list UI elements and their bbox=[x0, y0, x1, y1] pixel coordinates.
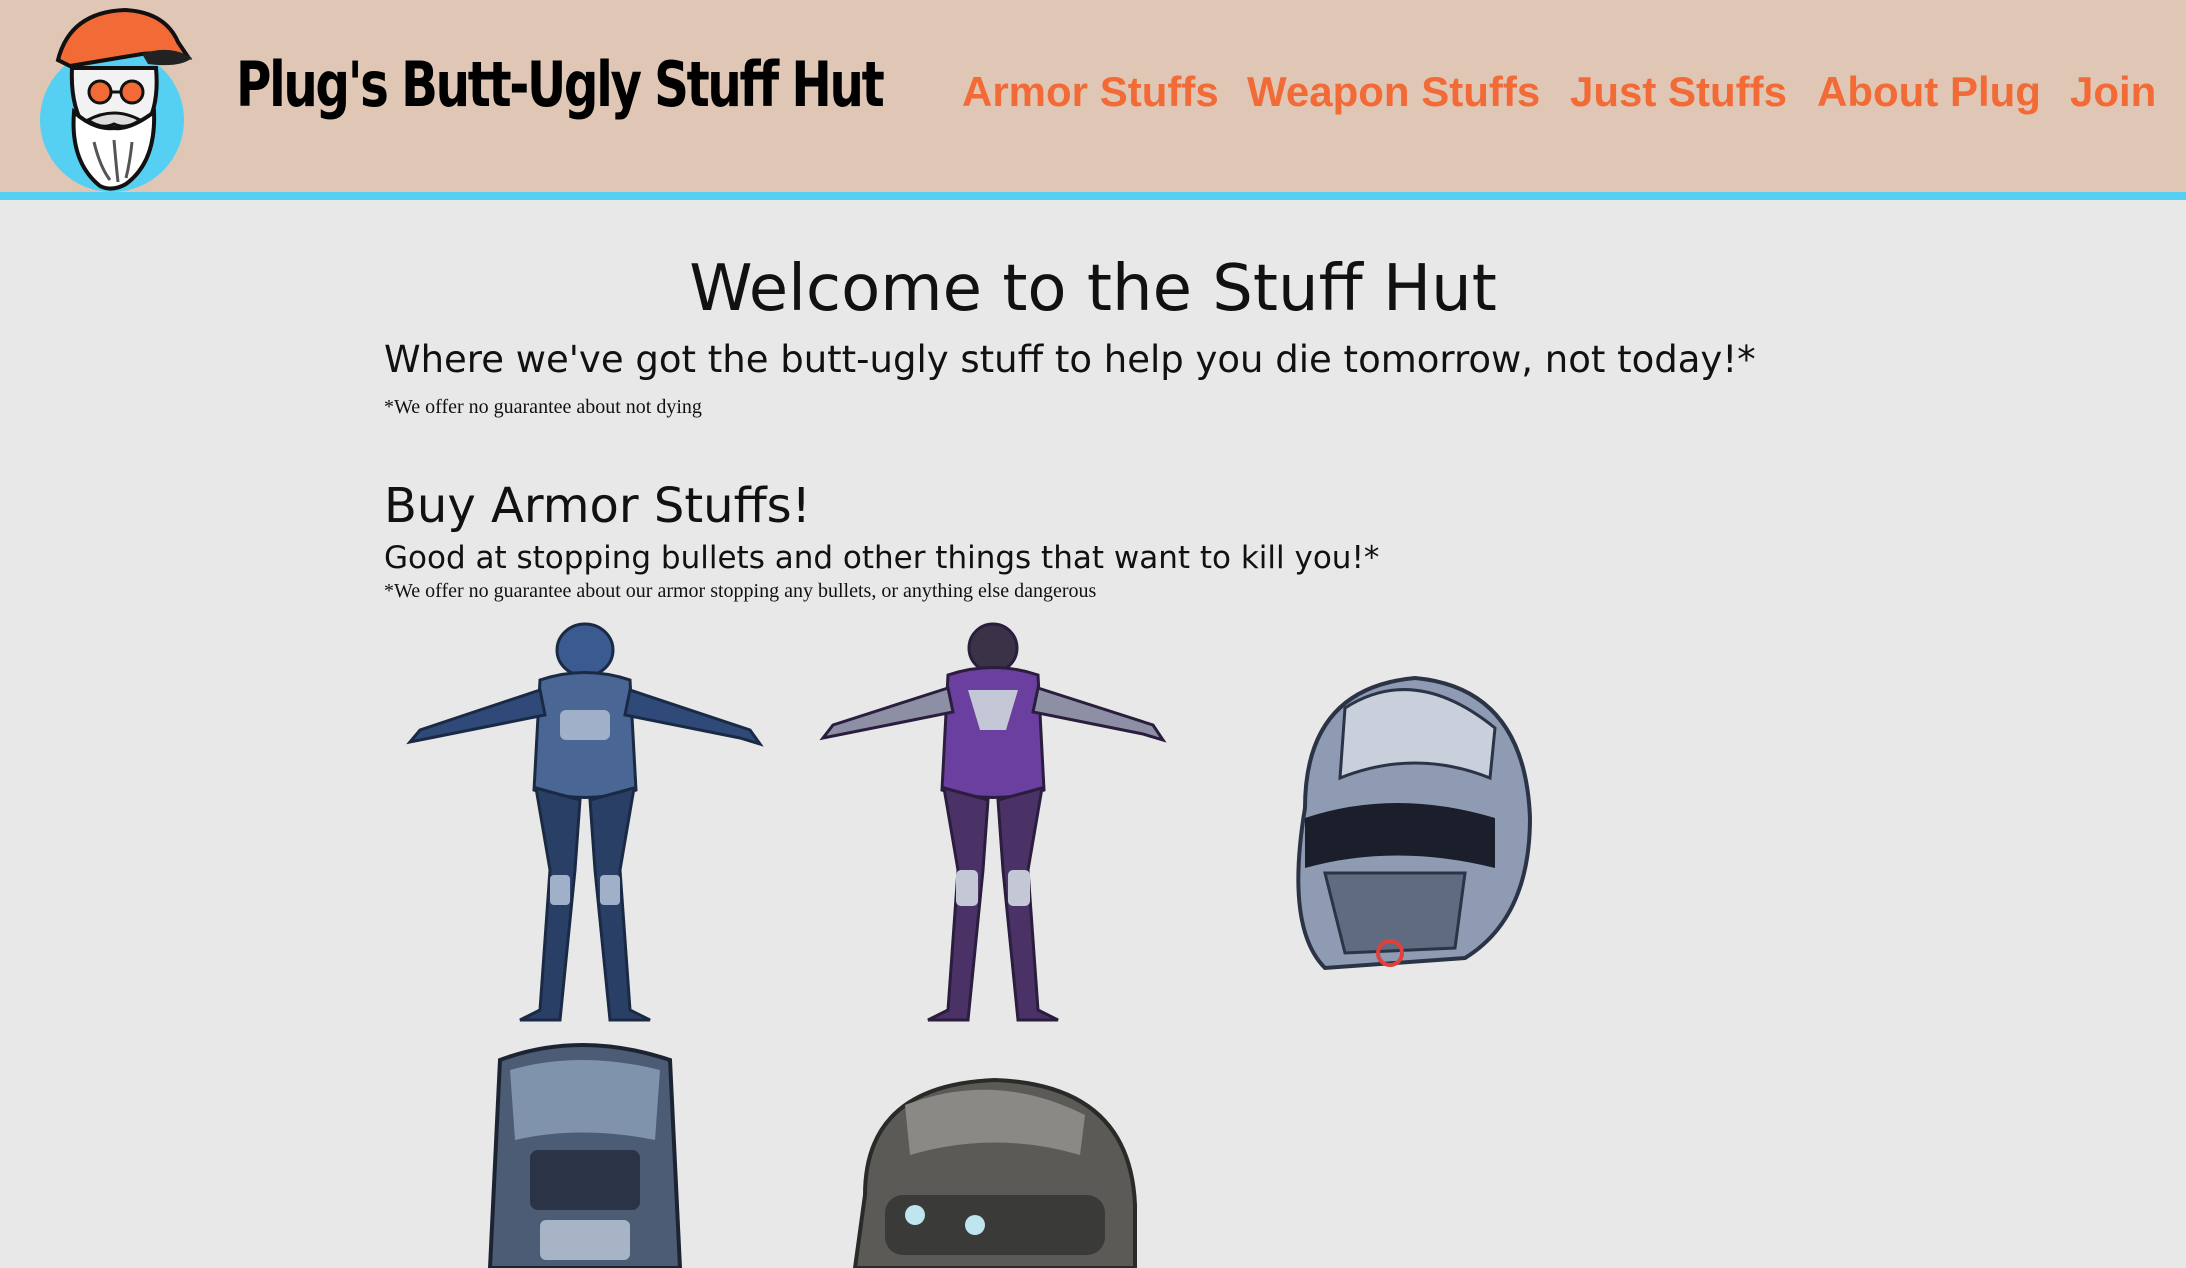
nav-about-plug[interactable]: About Plug bbox=[1817, 68, 2041, 116]
armor-section-title: Buy Armor Stuffs! bbox=[384, 478, 811, 534]
nav-join[interactable]: Join bbox=[2070, 68, 2156, 116]
armor-section-subtitle: Good at stopping bullets and other thing… bbox=[384, 540, 1380, 576]
site-header: Plug's Butt-Ugly Stuff Hut Armor Stuffs … bbox=[0, 0, 2186, 200]
nav-just-stuffs[interactable]: Just Stuffs bbox=[1570, 68, 1787, 116]
nav-weapon-stuffs[interactable]: Weapon Stuffs bbox=[1247, 68, 1540, 116]
blue-helmet-image[interactable] bbox=[1265, 668, 1535, 978]
hero-tagline: Where we've got the butt-ugly stuff to h… bbox=[384, 338, 1756, 381]
logo-image[interactable] bbox=[30, 2, 195, 192]
nav-armor-stuffs[interactable]: Armor Stuffs bbox=[962, 68, 1219, 116]
site-title[interactable]: Plug's Butt-Ugly Stuff Hut bbox=[236, 48, 885, 121]
hero-disclaimer: *We offer no guarantee about not dying bbox=[384, 396, 702, 418]
armor-section-disclaimer: *We offer no guarantee about our armor s… bbox=[384, 580, 1097, 602]
chest-armor-image[interactable] bbox=[480, 1030, 690, 1268]
blue-armor-suit-image[interactable] bbox=[400, 620, 770, 1030]
purple-armor-suit-image[interactable] bbox=[818, 620, 1168, 1030]
page-title: Welcome to the Stuff Hut bbox=[689, 252, 1497, 326]
gray-helmet-image[interactable] bbox=[845, 1075, 1140, 1268]
